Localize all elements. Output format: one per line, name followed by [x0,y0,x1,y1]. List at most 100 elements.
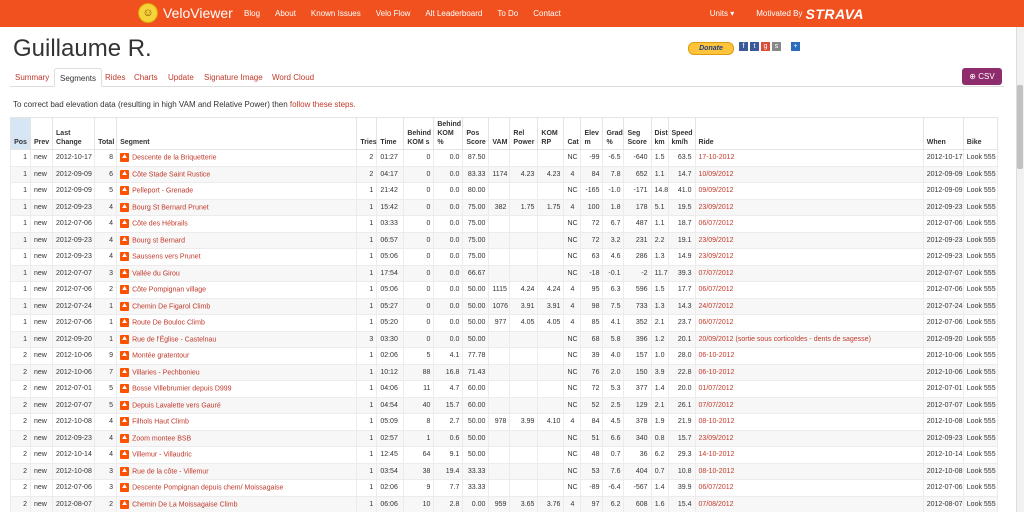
column-header[interactable]: Rel Power [509,117,539,150]
segment-link[interactable]: Pelleport - Grenade [132,188,193,195]
ride-link[interactable]: 23/09/2012 [699,253,734,260]
table-cell[interactable]: 10/09/2012 [694,165,924,183]
strava-segment-icon[interactable]: ⛰ [120,466,130,476]
segment-link[interactable]: Villemur - Villaudric [132,452,192,459]
table-cell[interactable]: ⛰ Bourg St Bernard Prunet [116,198,358,216]
ride-link[interactable]: 17-10-2012 [699,154,735,161]
table-cell[interactable]: 09/09/2012 [694,182,924,200]
table-row[interactable]: 1 new 2012-09-09 5 ⛰ Pelleport - Grenade 1 21:4… [9,182,999,200]
segment-link[interactable]: Filhols Haut Climb [132,419,189,426]
table-cell[interactable]: ⛰ Côte des Hébrails [116,215,358,233]
segment-link[interactable]: Depuis Lavalette vers Gauré [132,402,221,409]
ride-link[interactable]: 23/09/2012 [699,237,734,244]
column-header[interactable]: Elev m [580,117,604,150]
nav-link-about[interactable]: About [275,9,296,18]
strava-logo[interactable]: STRAVA [806,6,864,22]
strava-segment-icon[interactable]: ⛰ [120,318,130,328]
segment-link[interactable]: Descente Pompignan depuis chem/ Moissaga… [132,485,283,492]
strava-segment-icon[interactable]: ⛰ [120,367,130,377]
table-row[interactable]: 1 new 2012-07-06 1 ⛰ Route De Bouloc Climb 1 05… [9,314,999,332]
column-header[interactable]: Total [94,117,118,150]
segment-link[interactable]: Rue de l'Église - Castelnau [132,336,216,343]
table-cell[interactable]: 06-10-2012 [694,363,924,381]
segment-link[interactable]: Route De Bouloc Climb [132,320,205,327]
table-cell[interactable]: 24/07/2012 [694,297,924,315]
google-plus-icon[interactable]: g [761,42,770,51]
nav-link-to-do[interactable]: To Do [497,9,518,18]
ride-link[interactable]: 06/07/2012 [699,286,734,293]
ride-link[interactable]: 08-10-2012 [699,418,735,425]
table-row[interactable]: 1 new 2012-09-23 4 ⛰ Saussens vers Prunet 1 05:… [9,248,999,266]
table-row[interactable]: 1 new 2012-09-23 4 ⛰ Bourg st Bernard 1 06:57 0 0… [9,231,999,249]
table-cell[interactable]: 14-10-2012 [694,446,924,464]
table-cell[interactable]: 07/07/2012 [694,396,924,414]
scrollbar-thumb[interactable] [1017,85,1023,169]
table-row[interactable]: 2 new 2012-07-01 5 ⛰ Bosse Villebrumier depui… [9,380,999,398]
table-cell[interactable]: ⛰ Bosse Villebrumier depuis D999 [116,380,358,398]
table-row[interactable]: 1 new 2012-09-20 1 ⛰ Rue de l'Église - Castel… [9,330,999,348]
nav-link-velo-flow[interactable]: Velo Flow [376,9,411,18]
table-cell[interactable]: ⛰ Vallée du Girou [116,264,358,282]
table-cell[interactable]: 06/07/2012 [694,479,924,497]
strava-segment-icon[interactable]: ⛰ [120,483,130,493]
segment-link[interactable]: Bourg st Bernard [132,237,185,244]
segment-link[interactable]: Montée gratentour [132,353,189,360]
ride-link[interactable]: 06/07/2012 [699,484,734,491]
table-row[interactable]: 2 new 2012-10-06 7 ⛰ Villaries - Pechbonieu 1 1… [9,363,999,381]
table-cell[interactable]: ⛰ Filhols Haut Climb [116,413,358,431]
segment-link[interactable]: Zoom montee BSB [132,435,191,442]
units-dropdown[interactable]: Units ▾ [710,9,734,18]
column-header[interactable]: VAM [488,117,511,150]
segment-link[interactable]: Bosse Villebrumier depuis D999 [132,386,231,393]
column-header[interactable]: Behind KOM % [433,117,464,150]
segment-link[interactable]: Chemin De La Moissagaise Climb [132,501,237,508]
ride-link[interactable]: 06/07/2012 [699,319,734,326]
segment-link[interactable]: Descente de la Briquetterie [132,155,216,162]
donate-button[interactable]: Donate [688,42,734,55]
table-cell[interactable]: ⛰ Côte Stade Saint Rustice [116,165,358,183]
tab-segments[interactable]: Segments [54,68,103,87]
strava-segment-icon[interactable]: ⛰ [120,450,130,460]
table-cell[interactable]: ⛰ Côte Pompignan village [116,281,358,299]
ride-link[interactable]: 08-10-2012 [699,468,735,475]
ride-link[interactable]: 07/07/2012 [699,270,734,277]
table-row[interactable]: 1 new 2012-07-07 3 ⛰ Vallée du Girou 1 17:54 0 0.… [9,264,999,282]
table-cell[interactable]: 06-10-2012 [694,347,924,365]
table-cell[interactable]: ⛰ Bourg st Bernard [116,231,358,249]
strava-segment-icon[interactable]: ⛰ [120,169,130,179]
table-row[interactable]: 2 new 2012-10-08 3 ⛰ Rue de la côte - Villemu… [9,462,999,480]
table-cell[interactable]: 07/08/2012 [694,495,924,512]
table-cell[interactable]: ⛰ Depuis Lavalette vers Gauré [116,396,358,414]
table-row[interactable]: 1 new 2012-07-06 4 ⛰ Côte des Hébrails 1 03:33 0… [9,215,999,233]
table-row[interactable]: 2 new 2012-09-23 4 ⛰ Zoom montee BSB 1 02:57 1 0.… [9,429,999,447]
column-header[interactable]: Tries [356,117,378,150]
ride-link[interactable]: 06-10-2012 [699,369,735,376]
table-cell[interactable]: ⛰ Zoom montee BSB [116,429,358,447]
table-row[interactable]: 2 new 2012-10-08 4 ⛰ Filhols Haut Climb 1 05:09… [9,413,999,431]
table-cell[interactable]: 06/07/2012 [694,314,924,332]
table-cell[interactable]: ⛰ Descente de la Briquetterie [116,149,358,167]
column-header[interactable]: Segment [116,117,358,150]
nav-link-alt-leaderboard[interactable]: Alt Leaderboard [425,9,482,18]
table-row[interactable]: 1 new 2012-09-23 4 ⛰ Bourg St Bernard Prunet 1… [9,198,999,216]
strava-segment-icon[interactable]: ⛰ [120,400,130,410]
table-cell[interactable]: 08-10-2012 [694,462,924,480]
tab-signature-image[interactable]: Signature Image [199,68,268,87]
table-cell[interactable]: ⛰ Pelleport - Grenade [116,182,358,200]
table-cell[interactable]: ⛰ Saussens vers Prunet [116,248,358,266]
ride-link[interactable]: 06-10-2012 [699,352,735,359]
segment-link[interactable]: Côte Stade Saint Rustice [132,171,210,178]
ride-link[interactable]: 07/08/2012 [699,501,734,508]
column-header[interactable]: Seg Score [623,117,652,150]
tab-summary[interactable]: Summary [10,68,54,87]
strava-segment-icon[interactable]: ⛰ [120,351,130,361]
segment-link[interactable]: Vallée du Girou [132,270,180,277]
table-cell[interactable]: 23/09/2012 [694,429,924,447]
table-cell[interactable]: 01/07/2012 [694,380,924,398]
plus-icon[interactable]: + [791,42,800,51]
column-header[interactable]: Pos [9,117,32,150]
strava-segment-icon[interactable]: ⛰ [120,186,130,196]
table-row[interactable]: 1 new 2012-09-09 6 ⛰ Côte Stade Saint Rustice… [9,165,999,183]
column-header[interactable]: Grad % [602,117,625,150]
table-cell[interactable]: ⛰ Chemin De Figarol Climb [116,297,358,315]
